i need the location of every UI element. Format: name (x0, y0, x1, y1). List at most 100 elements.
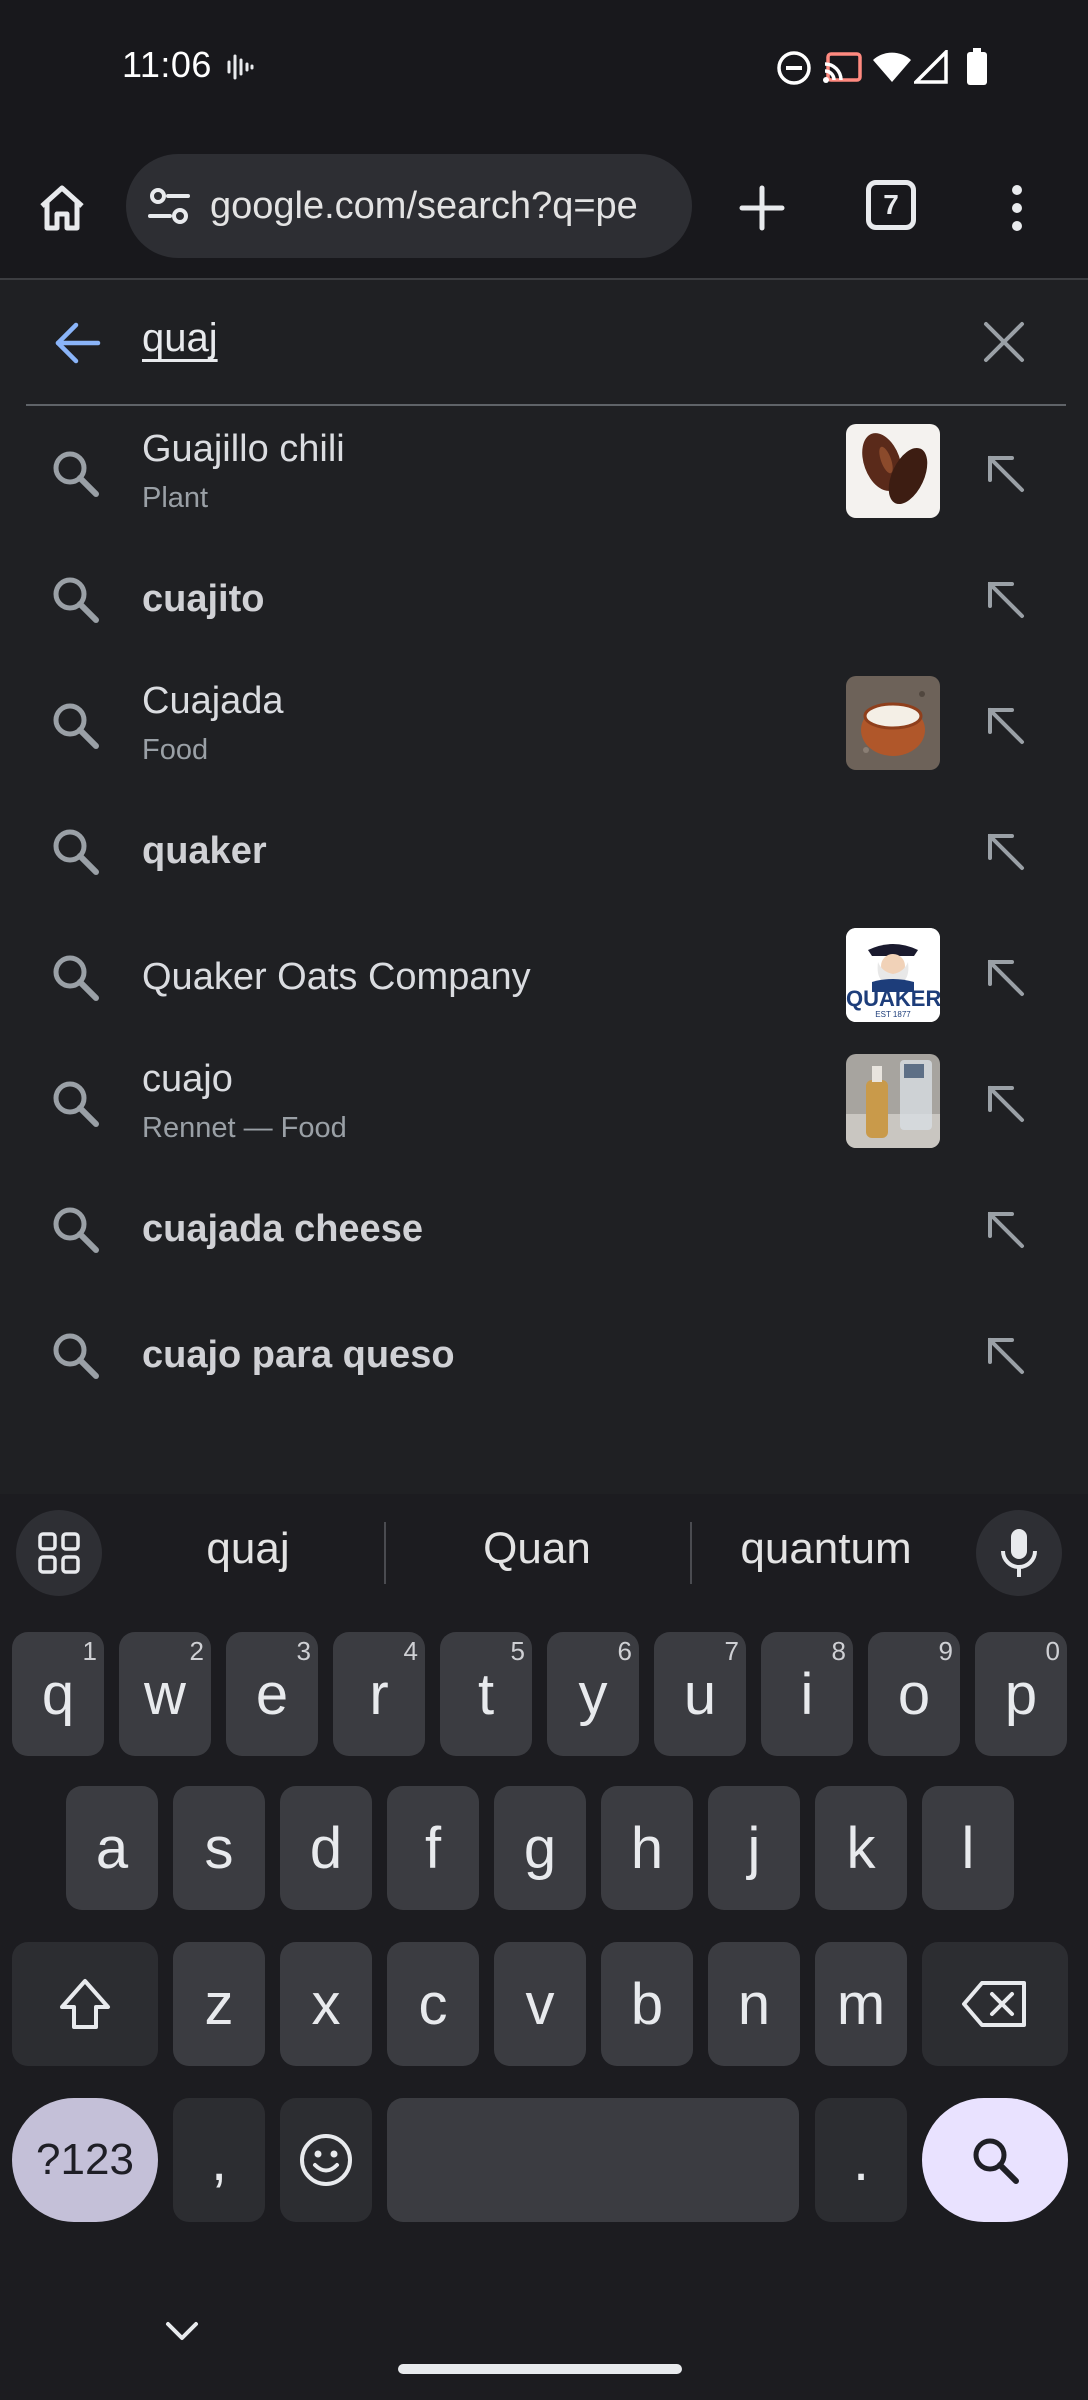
key-y[interactable]: y6 (547, 1632, 639, 1756)
symbols-key[interactable]: ?123 (12, 2098, 158, 2222)
suggestion-item[interactable]: cuajo para queso (0, 1292, 1088, 1418)
emoji-key[interactable] (280, 2098, 372, 2222)
suggestion-subtitle: Plant (142, 482, 209, 514)
suggestion-item[interactable]: cuajo Rennet — Food (0, 1040, 1088, 1166)
key-p[interactable]: p0 (975, 1632, 1067, 1756)
fill-query-arrow-icon[interactable] (982, 1206, 1026, 1255)
search-query-input[interactable]: quaj (142, 316, 218, 361)
suggestion-item[interactable]: Quaker Oats Company QUAKER EST 1877 (0, 914, 1088, 1040)
divider (384, 1522, 386, 1584)
keyboard-suggestion[interactable]: quantum (714, 1524, 938, 1574)
key-x[interactable]: x (280, 1942, 372, 2066)
key-i[interactable]: i8 (761, 1632, 853, 1756)
key-hint: 4 (403, 1636, 418, 1666)
keyboard-apps-icon[interactable] (16, 1510, 102, 1596)
key-k[interactable]: k (815, 1786, 907, 1910)
search-icon (50, 448, 100, 503)
suggestion-item[interactable]: quaker (0, 788, 1088, 914)
key-o[interactable]: o9 (868, 1632, 960, 1756)
key-label: t (477, 1661, 495, 1727)
suggestion-subtitle: Rennet — Food (142, 1112, 347, 1144)
more-menu-icon[interactable] (1002, 176, 1032, 240)
key-m[interactable]: m (815, 1942, 907, 2066)
site-settings-icon[interactable] (146, 183, 192, 229)
key-h[interactable]: h (601, 1786, 693, 1910)
divider (690, 1522, 692, 1584)
tab-switcher-button[interactable]: 7 (866, 180, 916, 230)
key-q[interactable]: q1 (12, 1632, 104, 1756)
fill-query-arrow-icon[interactable] (982, 1332, 1026, 1381)
screen: 11:06 google.com/search?q=pe 7 quaj Guaj… (0, 0, 1088, 2400)
gesture-home-bar[interactable] (398, 2364, 682, 2374)
suggestion-item[interactable]: Guajillo chili Plant (0, 410, 1088, 536)
key-c[interactable]: c (387, 1942, 479, 2066)
search-icon (50, 700, 100, 755)
key-j[interactable]: j (708, 1786, 800, 1910)
key-z[interactable]: z (173, 1942, 265, 2066)
cell-signal-icon (911, 47, 948, 89)
fill-query-arrow-icon[interactable] (982, 828, 1026, 877)
fill-query-arrow-icon[interactable] (982, 1080, 1026, 1129)
search-icon (50, 952, 100, 1007)
key-label: p (1004, 1661, 1038, 1727)
suggestion-item[interactable]: cuajito (0, 536, 1088, 662)
space-key[interactable] (387, 2098, 799, 2222)
address-bar[interactable]: google.com/search?q=pe (126, 154, 692, 258)
key-hint: 2 (189, 1636, 204, 1666)
url-text[interactable]: google.com/search?q=pe (210, 185, 638, 228)
key-s[interactable]: s (173, 1786, 265, 1910)
period-key[interactable]: . (815, 2098, 907, 2222)
key-t[interactable]: t5 (440, 1632, 532, 1756)
battery-icon (966, 48, 988, 91)
key-w[interactable]: w2 (119, 1632, 211, 1756)
key-label: o (897, 1661, 931, 1727)
fill-query-arrow-icon[interactable] (982, 954, 1026, 1003)
suggestion-title: Cuajada (142, 680, 284, 722)
key-d[interactable]: d (280, 1786, 372, 1910)
new-tab-icon[interactable] (734, 180, 790, 236)
hide-keyboard-chevron-icon[interactable] (164, 2320, 200, 2349)
keyboard-suggestion[interactable]: Quan (410, 1524, 664, 1574)
fill-query-arrow-icon[interactable] (982, 702, 1026, 751)
back-arrow-icon[interactable] (52, 318, 102, 373)
key-v[interactable]: v (494, 1942, 586, 2066)
suggestion-item[interactable]: cuajada cheese (0, 1166, 1088, 1292)
search-icon (50, 1204, 100, 1259)
key-hint: 7 (724, 1636, 739, 1666)
shift-icon (60, 1979, 110, 2029)
search-key[interactable] (922, 2098, 1068, 2222)
suggestion-title: cuajito (142, 578, 265, 620)
backspace-key[interactable] (922, 1942, 1068, 2066)
key-g[interactable]: g (494, 1786, 586, 1910)
key-label: r (369, 1661, 389, 1727)
home-icon[interactable] (34, 180, 90, 236)
fill-query-arrow-icon[interactable] (982, 576, 1026, 625)
quaker-logo-est: EST 1877 (875, 1010, 911, 1019)
suggestion-title: cuajo (142, 1058, 233, 1100)
fill-query-arrow-icon[interactable] (982, 450, 1026, 499)
key-a[interactable]: a (66, 1786, 158, 1910)
key-e[interactable]: e3 (226, 1632, 318, 1756)
key-r[interactable]: r4 (333, 1632, 425, 1756)
key-u[interactable]: u7 (654, 1632, 746, 1756)
suggestion-title: Guajillo chili (142, 428, 345, 470)
key-b[interactable]: b (601, 1942, 693, 2066)
microphone-icon[interactable] (976, 1510, 1062, 1596)
suggestion-item[interactable]: Cuajada Food (0, 662, 1088, 788)
key-n[interactable]: n (708, 1942, 800, 2066)
key-l[interactable]: l (922, 1786, 1014, 1910)
status-bar: 11:06 (0, 0, 1088, 140)
shift-key[interactable] (12, 1942, 158, 2066)
key-hint: 5 (510, 1636, 525, 1666)
key-label: i (800, 1661, 814, 1727)
suggestion-title: quaker (142, 830, 267, 872)
comma-key[interactable]: , (173, 2098, 265, 2222)
key-label: e (255, 1661, 289, 1727)
keyboard-suggestion[interactable]: quaj (140, 1524, 356, 1574)
key-label: q (41, 1661, 75, 1727)
key-hint: 9 (938, 1636, 953, 1666)
clear-icon[interactable] (982, 320, 1026, 369)
search-icon (50, 574, 100, 629)
search-icon (973, 2138, 1019, 2184)
key-f[interactable]: f (387, 1786, 479, 1910)
